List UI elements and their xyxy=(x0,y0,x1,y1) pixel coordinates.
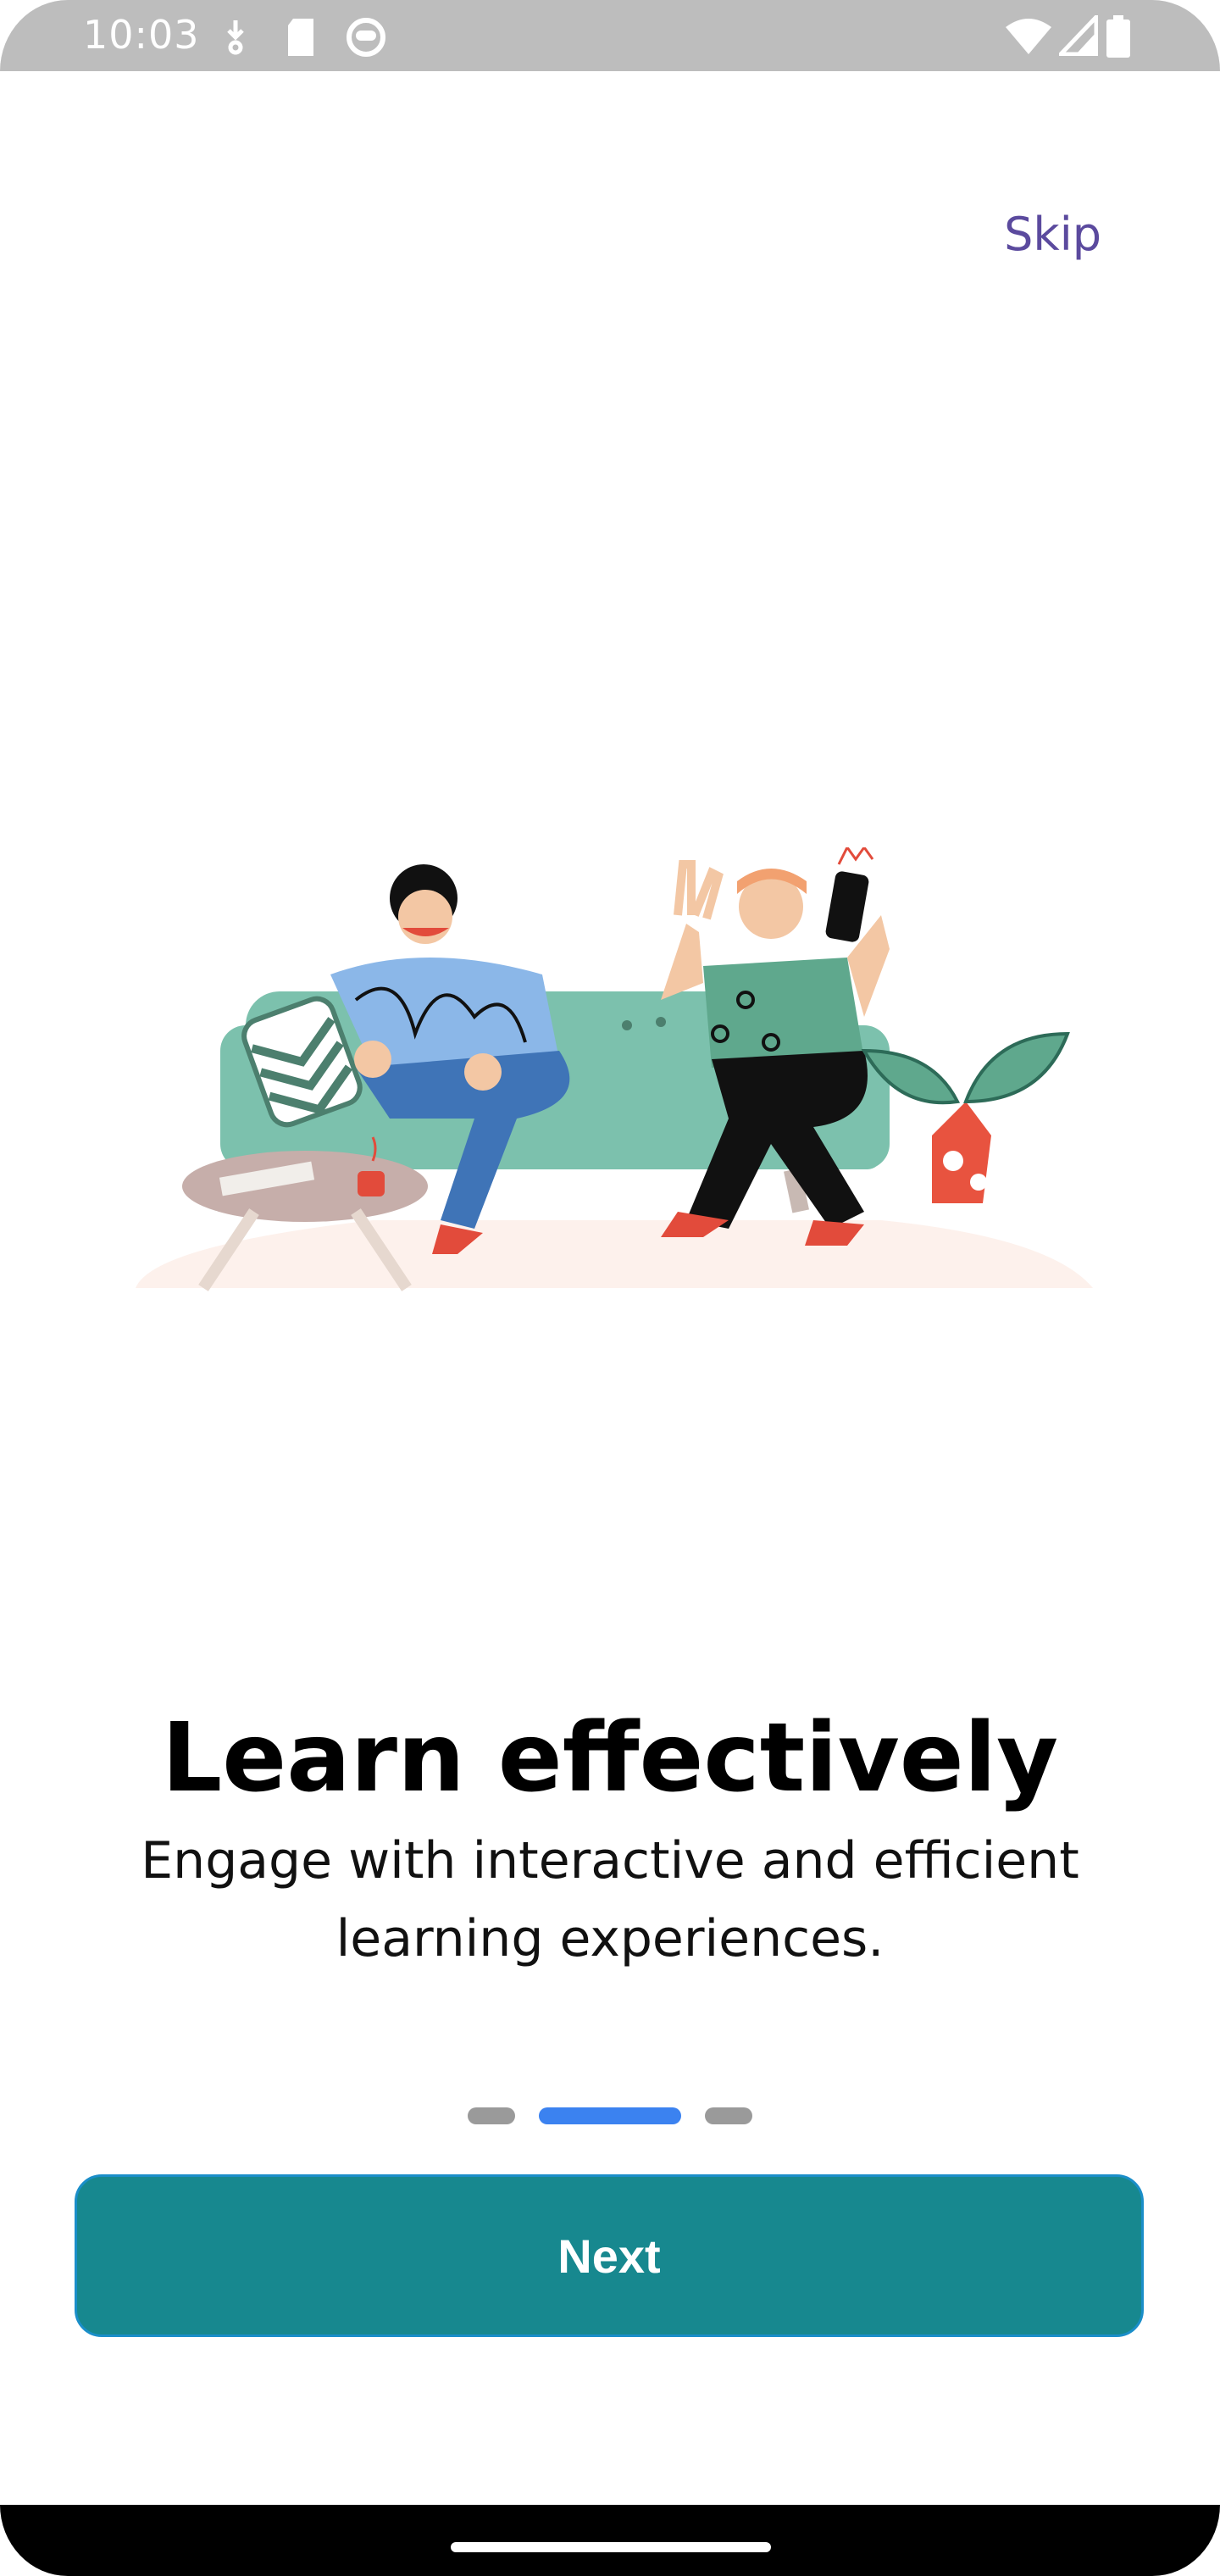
page-indicator-dot[interactable] xyxy=(468,2107,515,2124)
page-indicator-dot-active[interactable] xyxy=(539,2107,681,2124)
home-gesture-handle[interactable] xyxy=(451,2542,771,2552)
onboarding-title: Learn effectively xyxy=(161,1703,1059,1813)
signal-icon xyxy=(1059,15,1098,56)
wifi-icon xyxy=(1006,19,1051,54)
onboarding-illustration xyxy=(136,847,1093,1291)
page-indicator-dot[interactable] xyxy=(705,2107,752,2124)
next-button[interactable]: Next xyxy=(75,2174,1144,2337)
page-indicator xyxy=(0,2107,1220,2124)
navigation-bar xyxy=(0,2505,1220,2576)
battery-icon xyxy=(1106,15,1130,58)
sd-card-icon xyxy=(288,19,313,56)
onboarding-subtitle: Engage with interactive and efficient le… xyxy=(141,1831,1079,1968)
onboarding-screen: 10:03 Skip Learn effectively Engage with… xyxy=(0,0,1220,2576)
face-icon xyxy=(347,18,385,57)
skip-button[interactable]: Skip xyxy=(1004,208,1101,261)
download-icon xyxy=(227,20,244,55)
status-time: 10:03 xyxy=(83,12,200,58)
